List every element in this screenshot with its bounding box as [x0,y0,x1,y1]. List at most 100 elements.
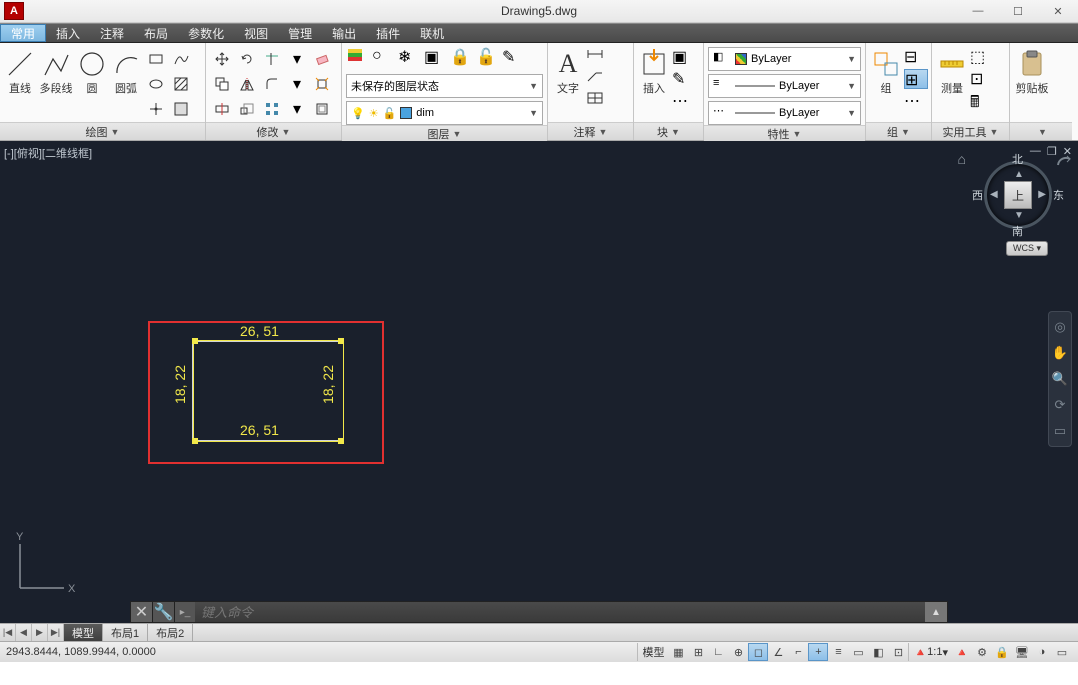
layer-match-icon[interactable]: ✎ [502,47,526,71]
offset-icon[interactable] [310,97,334,121]
dim-right-text[interactable]: 18, 22 [320,365,336,404]
leader-icon[interactable] [586,69,610,89]
dim-top-text[interactable]: 26, 51 [240,323,279,339]
tab-layout[interactable]: 布局 [134,24,178,42]
osnap-toggle-icon[interactable]: ◻ [748,643,768,661]
nav-show-icon[interactable]: ▭ [1051,422,1069,440]
isolate-icon[interactable]: ◑ [1032,643,1052,661]
rect-icon[interactable] [144,47,168,71]
tab-first-icon[interactable]: |◀ [0,624,16,641]
arc-button[interactable]: 圆弧 [110,47,142,109]
trim-icon[interactable] [260,47,284,71]
erase-icon[interactable] [310,47,334,71]
command-line[interactable]: ✕ 🔧 ▸_ ▲ [130,601,948,623]
viewcube-top[interactable]: 上 [1004,181,1032,209]
annovis-toggle-icon[interactable]: 🔺 [952,643,972,661]
point-icon[interactable] [144,97,168,121]
maximize-button[interactable]: ☐ [998,0,1038,22]
ungroup-icon[interactable]: ⊟ [904,47,928,67]
chamfer-icon[interactable]: ▾ [285,72,309,96]
home-icon[interactable]: ⌂ [958,151,966,167]
minimize-button[interactable]: — [958,0,998,22]
qselect-icon[interactable]: ⊡ [970,69,994,89]
extend-icon[interactable]: ▾ [285,47,309,71]
dyn-toggle-icon[interactable]: + [808,643,828,661]
viewcube[interactable]: 上 北 南 西 东 ▲ ▼ ◀ ▶ [978,155,1058,235]
layer-freeze-icon[interactable]: ❄ [398,47,422,71]
otrack-toggle-icon[interactable]: ∠ [768,643,788,661]
tpy-toggle-icon[interactable]: ▭ [848,643,868,661]
layer-iso-icon[interactable]: ▣ [424,47,448,71]
tab-home[interactable]: 常用 [0,24,46,42]
layer-current-select[interactable]: 💡 ☀ 🔓 dim ▼ [346,101,543,125]
panel-block-title[interactable]: 块▼ [634,122,703,140]
tab-view[interactable]: 视图 [234,24,278,42]
qp-toggle-icon[interactable]: ◧ [868,643,888,661]
ellipse-icon[interactable] [144,72,168,96]
group-manager-icon[interactable]: ⋯ [904,91,928,111]
viewcube-west[interactable]: 西 [972,187,983,203]
ws-switch-icon[interactable]: ⚙ [972,643,992,661]
group-edit-icon[interactable]: ⊞ [904,69,928,89]
fillet-icon[interactable] [260,72,284,96]
anno-scale-icon[interactable]: 🔺 1:1 ▾ [908,643,952,661]
layer-state-select[interactable]: 未保存的图层状态 ▼ [346,74,543,98]
block-attr-icon[interactable]: ⋯ [672,91,696,111]
snap-toggle-icon[interactable]: ⊞ [688,643,708,661]
cmd-close-icon[interactable]: ✕ [131,602,153,622]
table-icon[interactable] [586,91,610,111]
panel-utility-title[interactable]: 实用工具▼ [932,122,1009,140]
tab-parametric[interactable]: 参数化 [178,24,234,42]
text-button[interactable]: A 文字 [552,47,584,109]
rotate-icon[interactable] [235,47,259,71]
nav-wheel-icon[interactable]: ◎ [1051,318,1069,336]
viewport-label[interactable]: [-][俯视][二维线框] [4,145,92,161]
viewcube-south[interactable]: 南 [1012,223,1023,239]
coordinates[interactable]: 2943.8444, 1089.9944, 0.0000 [6,646,156,658]
paste-button[interactable]: 剪贴板 [1014,47,1050,109]
viewcube-rotate-icon[interactable] [1054,151,1074,171]
dim-linear-icon[interactable] [586,47,610,67]
polar-toggle-icon[interactable]: ⊕ [728,643,748,661]
mirror-icon[interactable] [235,72,259,96]
dim-left-text[interactable]: 18, 22 [172,365,188,404]
ducs-toggle-icon[interactable]: ⌐ [788,643,808,661]
panel-annotate-title[interactable]: 注释▼ [548,122,633,140]
move-icon[interactable] [210,47,234,71]
tab-next-icon[interactable]: ▶ [32,624,48,641]
layer-lock-icon[interactable]: 🔒 [450,47,474,71]
sc-toggle-icon[interactable]: ⊡ [888,643,908,661]
create-block-icon[interactable]: ▣ [672,47,696,67]
layer-off-icon[interactable]: ○ [372,47,396,71]
tab-output[interactable]: 输出 [322,24,366,42]
nav-pan-icon[interactable]: ✋ [1051,344,1069,362]
close-button[interactable]: ✕ [1038,0,1078,22]
viewcube-east[interactable]: 东 [1053,187,1064,203]
edit-block-icon[interactable]: ✎ [672,69,696,89]
tab-model[interactable]: 模型 [64,624,103,641]
tab-prev-icon[interactable]: ◀ [16,624,32,641]
panel-layer-title[interactable]: 图层▼ [342,125,547,142]
group-button[interactable]: 组 [870,47,902,109]
viewcube-north[interactable]: 北 [1012,151,1023,167]
color-select[interactable]: ◧ ByLayer ▼ [708,47,861,71]
array-drop-icon[interactable]: ▾ [285,97,309,121]
command-input[interactable] [195,602,925,622]
panel-draw-title[interactable]: 绘图▼ [0,122,205,140]
nav-zoom-icon[interactable]: 🔍 [1051,370,1069,388]
array-icon[interactable] [260,97,284,121]
panel-clipboard-title[interactable]: ▼ [1010,122,1072,140]
circle-button[interactable]: 圆 [76,47,108,109]
tab-manage[interactable]: 管理 [278,24,322,42]
layer-unlock-icon[interactable]: 🔓 [476,47,500,71]
cmd-history-icon[interactable]: ▲ [925,602,947,622]
dim-bottom-text[interactable]: 26, 51 [240,422,279,438]
layer-props-icon[interactable] [346,47,370,71]
tab-layout2[interactable]: 布局2 [148,624,193,641]
line-button[interactable]: 直线 [4,47,36,109]
region-icon[interactable] [169,97,193,121]
insert-block-button[interactable]: 插入 [638,47,670,109]
tab-annotate[interactable]: 注释 [90,24,134,42]
linetype-select[interactable]: ⋯ ByLayer ▼ [708,101,861,125]
tab-plugins[interactable]: 插件 [366,24,410,42]
